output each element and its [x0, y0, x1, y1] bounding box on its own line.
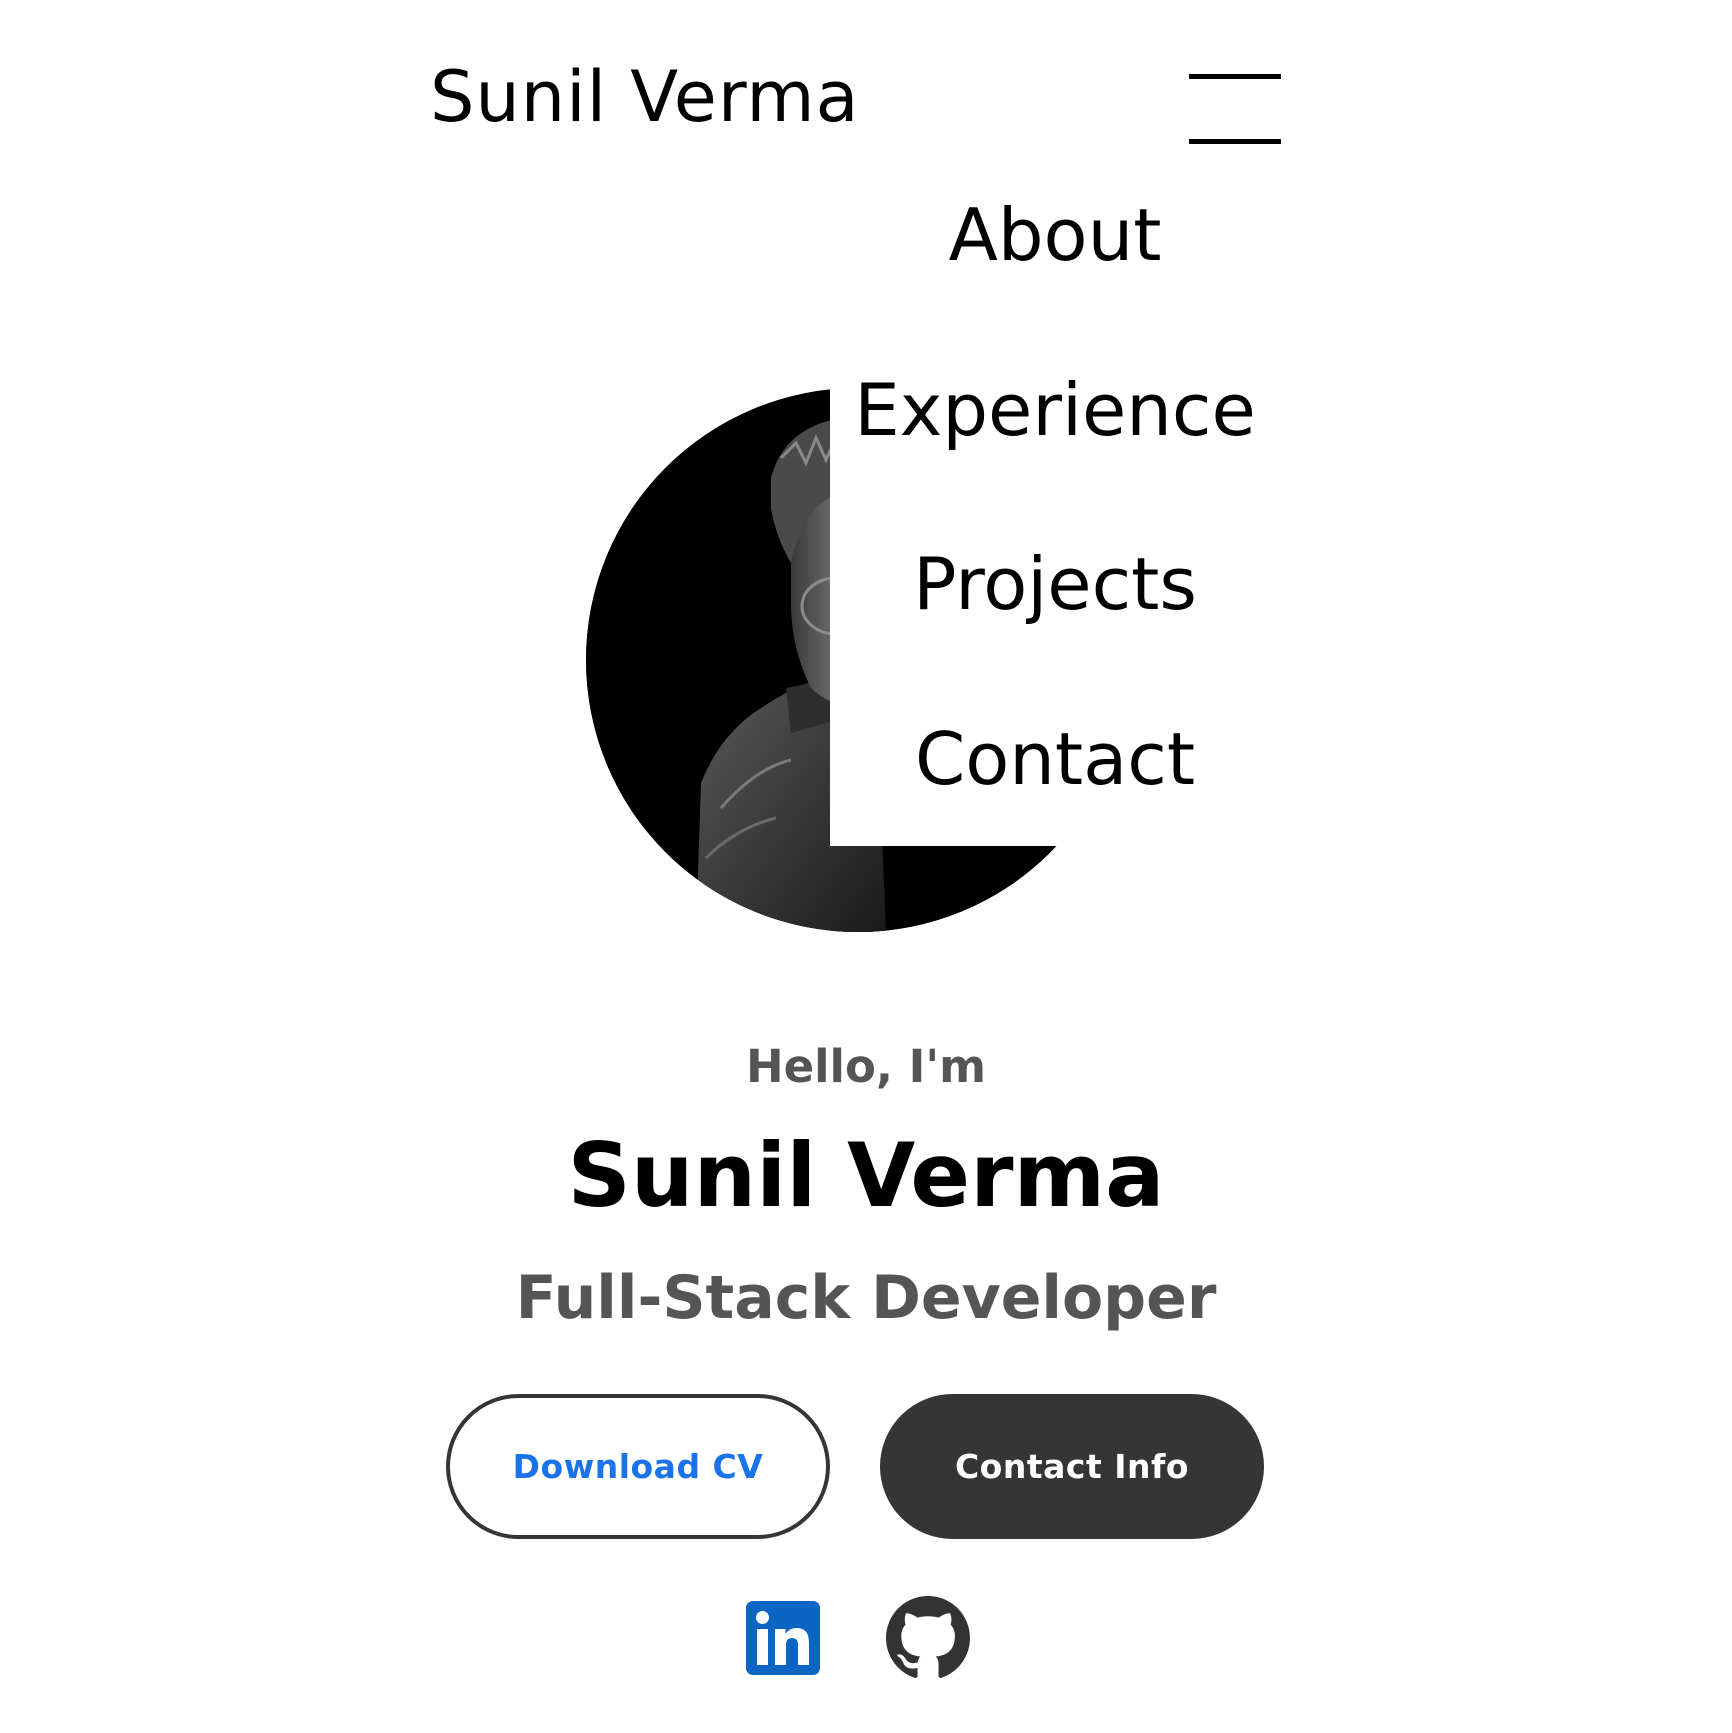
site-logo[interactable]: Sunil Verma: [430, 62, 859, 132]
hamburger-menu-icon[interactable]: [1189, 72, 1283, 148]
github-icon[interactable]: [886, 1596, 970, 1680]
menu-item-projects[interactable]: Projects: [830, 548, 1280, 620]
menu-item-contact[interactable]: Contact: [830, 723, 1280, 795]
linkedin-icon[interactable]: [746, 1601, 820, 1675]
menu-item-about[interactable]: About: [830, 199, 1280, 271]
menu-item-experience[interactable]: Experience: [830, 374, 1280, 446]
hero-name: Sunil Verma: [567, 1124, 1165, 1227]
contact-info-button[interactable]: Contact Info: [880, 1394, 1264, 1539]
hero-role: Full-Stack Developer: [515, 1263, 1217, 1333]
nav-dropdown-menu: About Experience Projects Contact: [830, 175, 1280, 846]
download-cv-button[interactable]: Download CV: [446, 1394, 830, 1539]
hamburger-bar-bottom: [1189, 139, 1281, 144]
hero-greeting: Hello, I'm: [745, 1040, 987, 1093]
hamburger-bar-top: [1189, 74, 1281, 79]
